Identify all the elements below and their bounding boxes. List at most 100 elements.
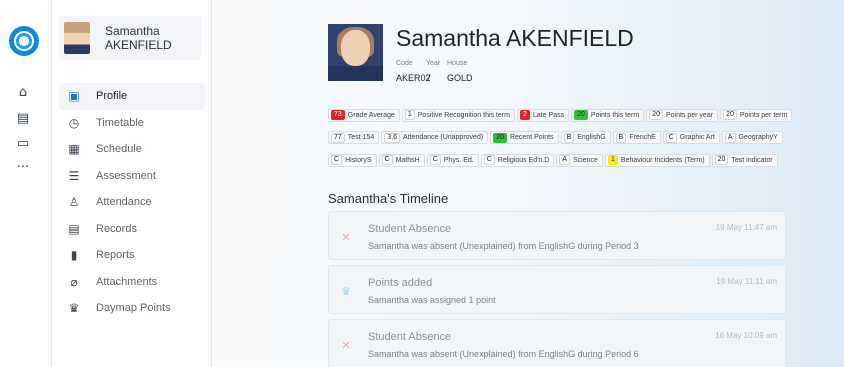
indicator-badge[interactable]: 1 Behaviour Incidents (Term) <box>604 153 710 167</box>
indicator-badge-label: Graphic Art <box>679 134 715 141</box>
sidebar-item-attendance[interactable]: ♙ Attendance <box>59 189 205 216</box>
indicator-badge[interactable]: 77 Test 154 <box>328 131 380 144</box>
indicator-badge[interactable]: C MathsH <box>378 153 425 167</box>
person-check-icon: ♙ <box>68 195 80 209</box>
student-photo <box>328 24 383 81</box>
clock-icon: ◷ <box>68 115 80 130</box>
indicator-badge[interactable]: 3.6 Attendance (Unapproved) <box>381 131 489 144</box>
indicator-badge-value: 2 <box>519 110 530 120</box>
sidebar-item-label: Assessment <box>96 169 156 182</box>
sidebar-item-label: Daymap Points <box>96 302 171 314</box>
indicator-badge-label: GeographyY <box>738 134 778 141</box>
indicator-badge-label: Behaviour Incidents (Term) <box>620 156 705 164</box>
indicator-badge-label: Recent Points <box>509 134 554 141</box>
indicator-badge[interactable]: 20 Test indicator <box>711 153 778 167</box>
indicator-badge-label: Points this term <box>590 111 640 119</box>
indicator-badge-label: Test 154 <box>347 134 375 141</box>
sidebar-nav: ▣ Profile ◷ Timetable ▦ Schedule ☰ Asses… <box>59 83 205 322</box>
indicator-badge[interactable]: A Science <box>556 153 603 167</box>
sidebar-item-label: Reports <box>96 249 135 261</box>
sidebar: Samantha AKENFIELD ▣ Profile ◷ Timetable… <box>52 0 212 367</box>
message-icon[interactable]: ▤ <box>15 112 31 126</box>
indicator-badge-label: EnglishG <box>577 134 606 141</box>
sidebar-item-label: Attendance <box>96 196 152 208</box>
indicator-badge[interactable]: A GeographyY <box>721 131 783 144</box>
close-icon: ✕ <box>341 231 351 244</box>
indicator-badge-value: 1 <box>404 110 415 120</box>
indicator-badge-value: C <box>331 155 343 165</box>
timeline-item[interactable]: ✕ Student Absence Samantha was absent (U… <box>328 211 786 260</box>
indicator-badges: 73 Grade Average 1 Positive Recognition thi… <box>328 103 798 171</box>
indicator-badge-value: 3.6 <box>384 132 400 143</box>
timeline-item[interactable]: ♛ Points added Samantha was assigned 1 p… <box>328 265 786 314</box>
paperclip-icon: ⌀ <box>70 274 78 289</box>
indicator-badge-value: B <box>563 132 575 143</box>
indicator-badge[interactable]: C HistoryS <box>328 153 377 167</box>
indicator-badge-label: FrenchE <box>629 134 656 141</box>
sidebar-item-timetable[interactable]: ◷ Timetable <box>59 110 205 137</box>
timeline-title: Samantha's Timeline <box>328 191 449 206</box>
timeline-item-time: 19 May 11:47 am <box>715 223 777 232</box>
user-last-name: AKENFIELD <box>105 38 172 52</box>
timeline-item-description: Samantha was assigned 1 point <box>368 295 496 305</box>
sidebar-item-profile[interactable]: ▣ Profile <box>59 83 205 110</box>
indicator-badge[interactable]: 20 Points per term <box>720 108 793 122</box>
indicator-badge-value: 1 <box>607 155 618 165</box>
user-name: Samantha AKENFIELD <box>105 24 172 52</box>
indicator-badge[interactable]: 20 Points per year <box>646 108 719 122</box>
indicator-badge-label: Science <box>573 156 598 164</box>
home-icon[interactable]: ⌂ <box>15 86 31 100</box>
timeline-item[interactable]: ✕ Student Absence Samantha was absent (U… <box>328 319 786 367</box>
indicator-badge-label: HistoryS <box>345 156 372 164</box>
sidebar-item-schedule[interactable]: ▦ Schedule <box>59 136 205 163</box>
user-card[interactable]: Samantha AKENFIELD <box>59 16 201 60</box>
indicator-badge[interactable]: C Graphic Art <box>662 131 720 144</box>
calendar-icon: ▦ <box>68 142 80 156</box>
indicator-badge[interactable]: 20 Points this term <box>571 108 645 122</box>
indicator-badge[interactable]: B EnglishG <box>560 131 611 144</box>
indicator-badge-value: C <box>381 155 393 165</box>
indicator-badge[interactable]: C Religious Ed'n.D <box>480 153 555 167</box>
timeline-item-title: Points added <box>368 277 433 289</box>
sidebar-item-label: Timetable <box>96 116 144 129</box>
timeline-item-description: Samantha was absent (Unexplained) from E… <box>368 241 639 251</box>
indicator-badge-label: Phys. Ed. <box>443 156 474 164</box>
indicator-badge[interactable]: 73 Grade Average <box>328 108 400 122</box>
timeline-item-title: Student Absence <box>368 331 452 343</box>
sidebar-item-assessment[interactable]: ☰ Assessment <box>59 163 205 190</box>
timeline-item-time: 19 May 11:11 am <box>716 277 777 286</box>
indicator-badge[interactable]: 2 Late Pass <box>516 108 570 122</box>
house-label: House <box>447 60 468 67</box>
more-icon[interactable]: ··· <box>15 161 31 175</box>
indicator-badge[interactable]: B FrenchE <box>612 131 661 144</box>
sidebar-item-label: Attachments <box>96 275 158 288</box>
indicator-badge-label: MathsH <box>395 156 420 164</box>
sidebar-item-attachments[interactable]: ⌀ Attachments <box>59 269 205 296</box>
indicator-badge-value: C <box>483 155 495 165</box>
indicator-badge[interactable]: 1 Positive Recognition this term <box>401 108 515 122</box>
indicator-badge[interactable]: 20 Recent Points <box>490 131 559 144</box>
profile-icon: ▣ <box>68 89 80 103</box>
code-label: Code <box>396 60 413 67</box>
timeline-item-time: 16 May 10:09 am <box>715 331 777 340</box>
sidebar-item-daymap-points[interactable]: ♛ Daymap Points <box>59 295 205 322</box>
indicator-badge-value: 20 <box>493 132 507 143</box>
sidebar-item-reports[interactable]: ▮ Reports <box>59 242 205 269</box>
sidebar-item-label: Profile <box>96 90 128 102</box>
indicator-badge-label: Positive Recognition this term <box>417 111 510 119</box>
year-value: 7 <box>426 73 432 83</box>
icon-rail: ⌂ ▤ ▭ ··· <box>0 0 52 367</box>
indicator-badge-value: 77 <box>331 132 345 143</box>
calendar-icon[interactable]: ▭ <box>15 137 31 151</box>
list-icon: ☰ <box>68 168 80 183</box>
trophy-icon: ♛ <box>341 285 351 298</box>
indicator-badge[interactable]: C Phys. Ed. <box>426 153 479 167</box>
indicator-badge-value: C <box>429 155 441 165</box>
indicator-badge-value: 20 <box>714 155 729 165</box>
indicator-badge-label: Attendance (Unapproved) <box>403 134 484 141</box>
sidebar-item-records[interactable]: ▤ Records <box>59 216 205 243</box>
house-value: GOLD <box>447 73 473 83</box>
daymap-logo-icon[interactable] <box>9 26 39 56</box>
indicator-badge-value: A <box>724 132 736 143</box>
timeline-item-title: Student Absence <box>368 223 452 235</box>
